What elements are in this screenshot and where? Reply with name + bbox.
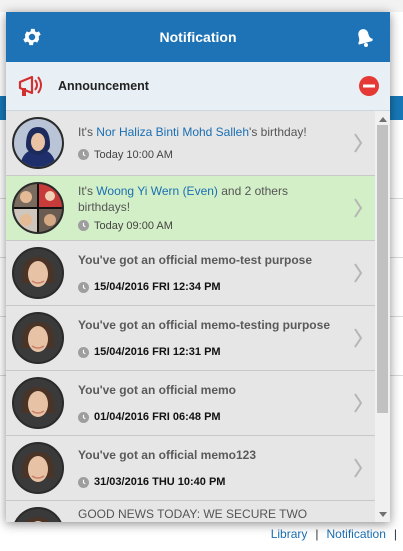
notification-suffix: 's birthday! xyxy=(249,125,307,140)
background-grid-right xyxy=(390,140,403,420)
notification-time: 15/04/2016 FRI 12:34 PM xyxy=(94,281,221,294)
avatar xyxy=(12,247,64,299)
notification-time: 01/04/2016 FRI 06:48 PM xyxy=(94,411,221,424)
notification-body: You've got an official memo 01/04/2016 F… xyxy=(78,382,375,423)
minus-circle-icon[interactable] xyxy=(358,75,380,97)
background-blue-bar-right xyxy=(390,96,403,120)
footer-separator: | xyxy=(315,527,319,541)
person-link[interactable]: Nor Haliza Binti Mohd Salleh xyxy=(96,125,249,139)
notification-text: GOOD NEWS TODAY: WE SECURE TWO xyxy=(78,507,308,521)
notification-item-birthday-1[interactable]: It's Nor Haliza Binti Mohd Salleh's birt… xyxy=(6,111,375,176)
notification-item-news[interactable]: GOOD NEWS TODAY: WE SECURE TWO xyxy=(6,501,375,522)
announcement-label: Announcement xyxy=(58,79,149,93)
popup-title: Notification xyxy=(159,29,237,45)
notification-time-row: 31/03/2016 THU 10:40 PM xyxy=(78,476,343,488)
notification-time-row: 15/04/2016 FRI 12:31 PM xyxy=(78,346,343,358)
library-link[interactable]: Library xyxy=(271,527,308,541)
notification-list: It's Nor Haliza Binti Mohd Salleh's birt… xyxy=(6,111,375,522)
notification-text: You've got an official memo123 xyxy=(78,447,257,462)
notification-text: You've got an official memo-test purpose xyxy=(78,252,312,267)
chevron-right-icon xyxy=(354,328,363,348)
clock-icon xyxy=(78,411,89,423)
notification-body: It's Nor Haliza Binti Mohd Salleh's birt… xyxy=(78,125,375,161)
scrollbar-thumb[interactable] xyxy=(377,125,388,413)
chevron-right-icon xyxy=(354,458,363,478)
notification-time: Today 10:00 AM xyxy=(94,148,173,161)
notification-body: You've got an official memo-test purpose… xyxy=(78,252,375,293)
clock-icon xyxy=(78,149,89,161)
notification-text: It's Woong Yi Wern (Even) and 2 others b… xyxy=(78,184,343,215)
notification-text: You've got an official memo xyxy=(78,382,236,397)
background-top-strip xyxy=(0,0,403,12)
notification-time-row: Today 10:00 AM xyxy=(78,149,343,161)
clock-icon xyxy=(78,476,89,488)
notification-item-memo[interactable]: You've got an official memo-test purpose… xyxy=(6,241,375,306)
notification-item-birthday-2[interactable]: It's Woong Yi Wern (Even) and 2 others b… xyxy=(6,176,375,241)
scroll-up-arrow-icon[interactable] xyxy=(375,113,390,125)
notification-popup: Notification Announcement It's Nor Haliz… xyxy=(6,12,390,522)
notification-prefix: It's xyxy=(78,125,97,140)
notification-prefix: It's xyxy=(78,184,97,199)
avatar-collage xyxy=(12,182,64,234)
notification-item-memo[interactable]: You've got an official memo123 31/03/201… xyxy=(6,436,375,501)
notification-time: 15/04/2016 FRI 12:31 PM xyxy=(94,346,221,359)
notification-item-memo[interactable]: You've got an official memo-testing purp… xyxy=(6,306,375,371)
notification-time: Today 09:00 AM xyxy=(94,219,173,232)
notification-text: It's Nor Haliza Binti Mohd Salleh's birt… xyxy=(78,125,343,141)
notification-body: GOOD NEWS TODAY: WE SECURE TWO xyxy=(78,507,375,522)
bell-icon[interactable] xyxy=(352,25,376,49)
notification-item-memo[interactable]: You've got an official memo 01/04/2016 F… xyxy=(6,371,375,436)
megaphone-icon xyxy=(16,71,48,101)
gear-icon[interactable] xyxy=(20,25,44,49)
announcement-bar[interactable]: Announcement xyxy=(6,62,390,111)
avatar xyxy=(12,507,64,522)
chevron-right-icon xyxy=(354,133,363,153)
person-link[interactable]: Woong Yi Wern (Even) xyxy=(96,184,218,198)
chevron-right-icon xyxy=(354,393,363,413)
avatar xyxy=(12,117,64,169)
popup-header: Notification xyxy=(6,12,390,62)
notification-time-row: Today 09:00 AM xyxy=(78,220,343,232)
notification-text: You've got an official memo-testing purp… xyxy=(78,317,330,332)
footer-separator: | xyxy=(393,527,397,541)
clock-icon xyxy=(78,220,89,232)
chevron-right-icon xyxy=(354,198,363,218)
clock-icon xyxy=(78,346,89,358)
scroll-down-arrow-icon[interactable] xyxy=(375,508,390,520)
avatar xyxy=(12,377,64,429)
notification-time-row: 01/04/2016 FRI 06:48 PM xyxy=(78,411,343,423)
footer-links: Library | Notification | xyxy=(271,527,397,541)
chevron-right-icon xyxy=(354,263,363,283)
notification-time: 31/03/2016 THU 10:40 PM xyxy=(94,476,226,489)
scrollbar[interactable] xyxy=(375,111,390,522)
notification-link[interactable]: Notification xyxy=(327,527,386,541)
notification-list-area: It's Nor Haliza Binti Mohd Salleh's birt… xyxy=(6,111,390,522)
avatar xyxy=(12,442,64,494)
notification-body: It's Woong Yi Wern (Even) and 2 others b… xyxy=(78,184,375,232)
clock-icon xyxy=(78,281,89,293)
notification-time-row: 15/04/2016 FRI 12:34 PM xyxy=(78,281,343,293)
notification-body: You've got an official memo123 31/03/201… xyxy=(78,447,375,488)
notification-body: You've got an official memo-testing purp… xyxy=(78,317,375,358)
avatar xyxy=(12,312,64,364)
